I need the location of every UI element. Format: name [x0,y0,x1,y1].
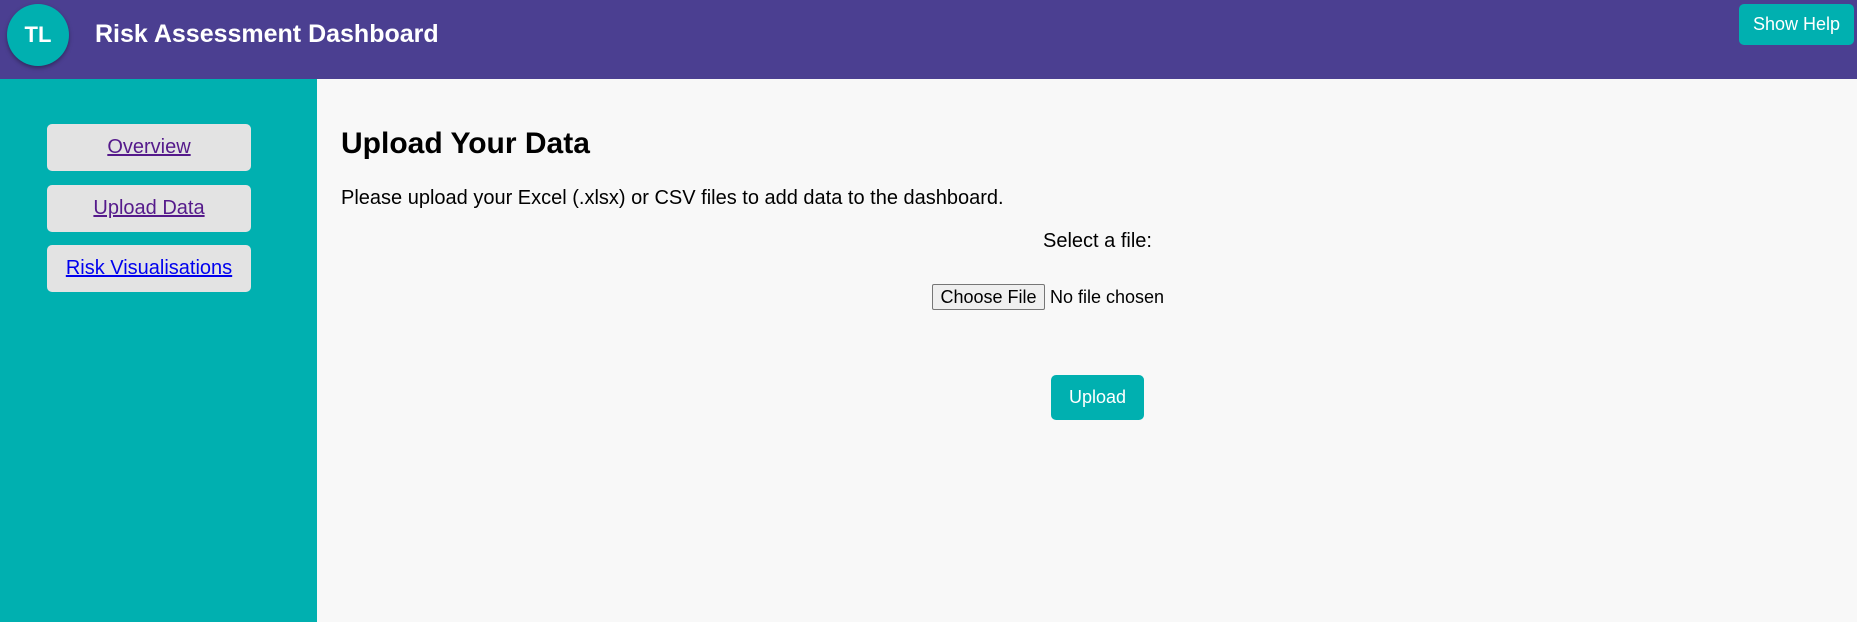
sidebar: Overview Upload Data Risk Visualisations [0,79,317,622]
show-help-button[interactable]: Show Help [1739,4,1854,45]
sidebar-item-overview[interactable]: Overview [47,124,251,171]
sidebar-item-risk-visualisations[interactable]: Risk Visualisations [47,245,251,292]
upload-button[interactable]: Upload [1051,375,1144,420]
sidebar-item-upload-data[interactable]: Upload Data [47,185,251,232]
page-title: Upload Your Data [341,127,590,160]
file-select-label: Select a file: [1043,230,1152,252]
file-status-text: No file chosen [1050,286,1165,307]
app-header: TL Risk Assessment Dashboard Show Help [0,0,1857,79]
choose-file-button[interactable]: Choose File [932,284,1045,310]
app-title: Risk Assessment Dashboard [95,20,439,48]
file-input[interactable]: Choose File No file chosen [932,284,1164,310]
upload-instructions: Please upload your Excel (.xlsx) or CSV … [341,187,1004,209]
avatar[interactable]: TL [7,4,69,66]
